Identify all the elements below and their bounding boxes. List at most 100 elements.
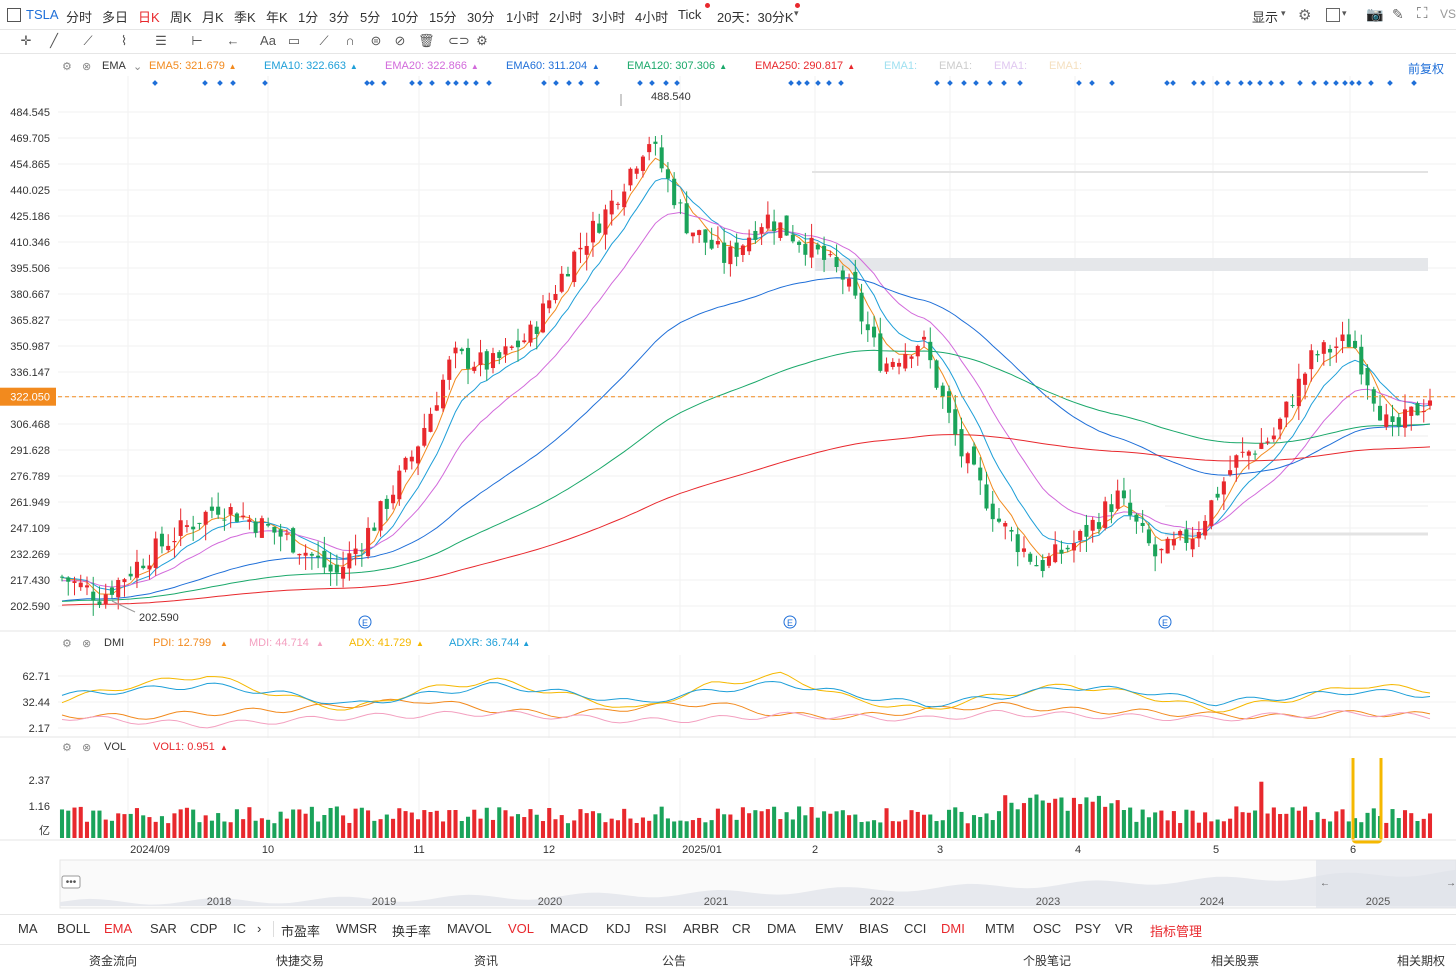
indicator-tab-15[interactable]: CR [732, 921, 751, 936]
indicator-tab-24[interactable]: VR [1115, 921, 1133, 936]
crosshair-icon[interactable]: ✛ [18, 33, 34, 49]
bottom-nav-item-2[interactable]: 资讯 [474, 952, 498, 969]
indicator-tab-7[interactable]: WMSR [336, 921, 377, 936]
fullscreen-icon[interactable]: ⛶ [1417, 5, 1428, 22]
period-tab-2[interactable]: 日K [138, 7, 160, 26]
indicator-tab-13[interactable]: RSI [645, 921, 667, 936]
bottom-nav-item-7[interactable]: 相关期权 [1397, 952, 1445, 969]
period-tab-0[interactable]: 分时 [66, 7, 92, 26]
ema-indicator-name[interactable]: EMA [102, 60, 126, 72]
bottom-nav-item-3[interactable]: 公告 [662, 952, 686, 969]
tool-settings-icon[interactable]: ⚙ [474, 33, 490, 49]
period-tab-13[interactable]: 1小时 [506, 7, 539, 26]
link-icon[interactable]: ⊂⊃ [448, 33, 470, 49]
range-selector[interactable]: 20天：30分K [717, 7, 794, 26]
period-tab-11[interactable]: 15分 [429, 7, 456, 26]
close-icon[interactable]: ⊗ [82, 741, 91, 754]
indicator-tab-4[interactable]: CDP [190, 921, 217, 936]
bottom-nav-item-5[interactable]: 个股笔记 [1023, 952, 1071, 969]
period-tab-9[interactable]: 5分 [360, 7, 380, 26]
measure-tool-icon[interactable]: ⊢ [189, 33, 205, 49]
indicator-tab-19[interactable]: CCI [904, 921, 926, 936]
indicator-tab-9[interactable]: MAVOL [447, 921, 492, 936]
indicator-tab-25[interactable]: 指标管理 [1150, 921, 1202, 940]
period-tab-1[interactable]: 多日 [102, 7, 128, 26]
indicator-tab-0[interactable]: MA [18, 921, 38, 936]
period-tab-16[interactable]: 4小时 [635, 7, 668, 26]
chevron-right-icon[interactable]: › [257, 921, 261, 936]
indicator-tab-14[interactable]: ARBR [683, 921, 719, 936]
lock-drawing-icon[interactable]: ⊜ [368, 33, 384, 49]
symbol-label[interactable]: TSLA [26, 7, 59, 22]
wave-tool-icon[interactable]: ⌇ [116, 33, 132, 49]
chevron-down-icon[interactable]: ▾ [794, 8, 799, 19]
settings-icon[interactable]: ⚙ [62, 637, 72, 650]
dmi-indicator-name[interactable]: DMI [104, 637, 124, 649]
chevron-down-icon[interactable]: ▾ [1342, 8, 1347, 19]
navigator-left-arrow-icon[interactable]: ← [1320, 878, 1330, 889]
indicator-tab-20[interactable]: DMI [941, 921, 965, 936]
period-tab-5[interactable]: 季K [234, 7, 256, 26]
chevron-down-icon[interactable]: ⌄ [133, 60, 142, 73]
fib-tool-icon[interactable]: ☰ [153, 33, 169, 49]
ruler-icon[interactable]: ⟋ [316, 33, 332, 49]
indicator-tab-17[interactable]: EMV [815, 921, 843, 936]
period-tab-3[interactable]: 周K [170, 7, 192, 26]
indicator-tab-16[interactable]: DMA [767, 921, 796, 936]
period-tab-8[interactable]: 3分 [329, 7, 349, 26]
rights-adjust-button[interactable]: 前复权 [1408, 60, 1444, 77]
indicator-tab-22[interactable]: OSC [1033, 921, 1061, 936]
indicator-tab-12[interactable]: KDJ [606, 921, 631, 936]
period-tab-4[interactable]: 月K [202, 7, 224, 26]
close-icon[interactable]: ⊗ [82, 637, 91, 650]
bottom-nav-item-0[interactable]: 资金流向 [89, 952, 137, 969]
pencil-icon[interactable]: ✎ [1392, 6, 1404, 23]
period-tab-6[interactable]: 年K [266, 7, 288, 26]
settings-icon[interactable]: ⚙ [62, 741, 72, 754]
period-tab-14[interactable]: 2小时 [549, 7, 582, 26]
bottom-nav-item-4[interactable]: 评级 [849, 952, 873, 969]
time-navigator[interactable]: ••• ← → 2018 2019 2020 2021 2022 2023 2024 2025 [0, 858, 1456, 910]
price-chart[interactable]: 484.545 469.705 454.865 440.025 425.186 410.3… [0, 76, 1456, 632]
volume-chart[interactable]: 2.37 1.16 亿 2024/09 10 11 12 2025/01 2 3 4 5 6 [0, 758, 1456, 858]
period-tab-17[interactable]: Tick [678, 7, 701, 22]
line-tool-icon[interactable]: ╱ [46, 33, 62, 49]
indicator-tab-2[interactable]: EMA [104, 921, 132, 936]
bottom-nav-item-6[interactable]: 相关股票 [1211, 952, 1259, 969]
trash-icon[interactable]: 🗑 [418, 33, 435, 49]
hide-drawing-icon[interactable]: ⊘ [392, 33, 408, 49]
arrow-tool-icon[interactable]: ← [225, 33, 241, 49]
settings-icon[interactable]: ⚙ [1298, 6, 1311, 24]
period-tab-10[interactable]: 10分 [391, 7, 418, 26]
indicator-tab-8[interactable]: 换手率 [392, 921, 431, 940]
settings-icon[interactable]: ⚙ [62, 60, 72, 73]
indicator-tab-11[interactable]: MACD [550, 921, 588, 936]
indicator-tab-23[interactable]: PSY [1075, 921, 1101, 936]
chevron-down-icon[interactable]: ▾ [1281, 8, 1286, 19]
indicator-tab-3[interactable]: SAR [150, 921, 177, 936]
bottom-nav-item-1[interactable]: 快捷交易 [276, 952, 324, 969]
vol-indicator-name[interactable]: VOL [104, 741, 126, 753]
period-tab-7[interactable]: 1分 [298, 7, 318, 26]
camera-icon[interactable]: 📷 [1366, 6, 1383, 23]
navigator-right-arrow-icon[interactable]: → [1446, 878, 1456, 889]
period-tab-12[interactable]: 30分 [467, 7, 494, 26]
display-menu[interactable]: 显示 [1252, 7, 1278, 26]
magnet-icon[interactable]: ∩ [342, 33, 358, 49]
polyline-tool-icon[interactable]: ⟋ [80, 33, 96, 49]
indicator-tab-10[interactable]: VOL [508, 921, 534, 936]
indicator-tab-6[interactable]: 市盈率 [281, 921, 320, 940]
compare-icon[interactable]: VS [1440, 7, 1456, 21]
comment-tool-icon[interactable]: ▭ [286, 33, 302, 49]
text-tool-icon[interactable]: Aa [260, 33, 276, 49]
period-tab-15[interactable]: 3小时 [592, 7, 625, 26]
dmi-chart[interactable]: 62.71 32.44 2.17 [0, 655, 1456, 738]
volume-bar [78, 806, 83, 838]
sidebar-toggle-icon[interactable] [7, 8, 21, 22]
layout-icon[interactable] [1326, 8, 1340, 22]
indicator-tab-21[interactable]: MTM [985, 921, 1015, 936]
close-icon[interactable]: ⊗ [82, 60, 91, 73]
indicator-tab-18[interactable]: BIAS [859, 921, 889, 936]
indicator-tab-1[interactable]: BOLL [57, 921, 90, 936]
indicator-tab-5[interactable]: IC [233, 921, 246, 936]
